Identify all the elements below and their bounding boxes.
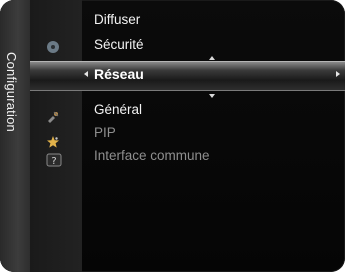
menu-item-label: Sécurité (94, 37, 144, 52)
menu-item-label: Interface commune (94, 148, 210, 163)
menu-item-securite[interactable]: Sécurité (94, 37, 144, 52)
menu-item-label: Diffuser (94, 12, 141, 27)
icon-column: ? (30, 0, 82, 272)
menu-item-diffuser[interactable]: Diffuser (94, 12, 140, 27)
help-icon[interactable]: ? (46, 153, 62, 167)
menu-item-label: PIP (94, 125, 116, 140)
menu-item-reseau[interactable]: Réseau (94, 66, 144, 82)
menu-item-general[interactable]: Général (94, 102, 142, 117)
menu-list: Diffuser Sécurité Général PIP Interface … (82, 0, 345, 272)
section-label: Configuration (4, 52, 19, 132)
menu-item-label: Réseau (94, 66, 144, 82)
section-label-panel: Configuration (0, 0, 30, 272)
svg-text:?: ? (51, 156, 56, 167)
star-icon[interactable] (46, 135, 60, 149)
configuration-osd-menu: Configuration ? Diffuser Sécurité Généra… (0, 0, 345, 272)
satellite-icon[interactable] (46, 111, 60, 123)
menu-item-pip[interactable]: PIP (94, 125, 116, 140)
disc-icon[interactable] (46, 40, 60, 54)
menu-item-interface-commune[interactable]: Interface commune (94, 148, 210, 163)
menu-item-label: Général (94, 102, 143, 117)
